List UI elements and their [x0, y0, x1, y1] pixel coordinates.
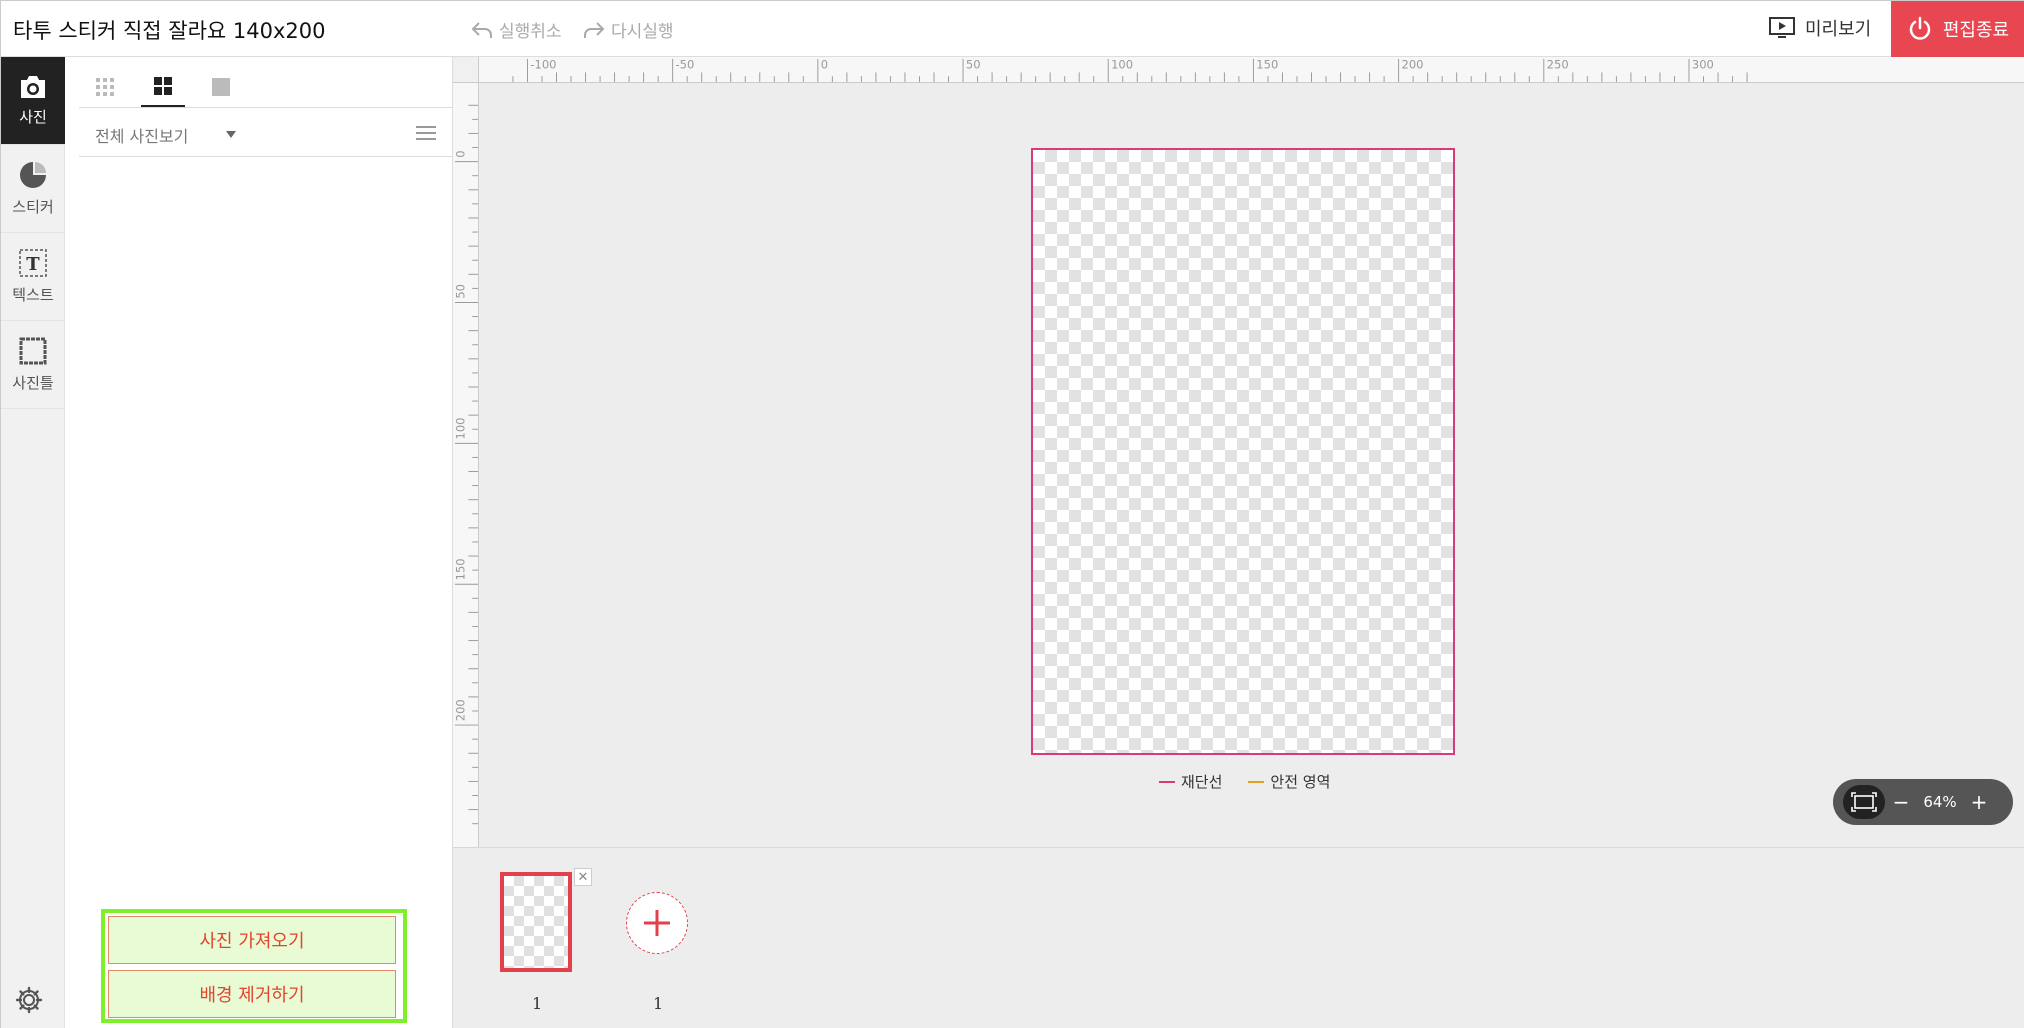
svg-text:T: T [26, 254, 40, 275]
zoom-control: − 64% + [1833, 779, 2013, 825]
rail-item-frame[interactable]: 사진틀 [1, 321, 65, 409]
ruler-label: -50 [676, 58, 695, 72]
settings-button[interactable] [14, 985, 44, 1019]
editor-workspace[interactable]: -150-100-50050100150200250300 0501001502… [453, 57, 2024, 847]
zoom-level: 64% [1923, 793, 1957, 811]
design-canvas[interactable] [1031, 148, 1455, 755]
preview-button[interactable]: 미리보기 [1769, 15, 1871, 41]
camera-icon [21, 76, 45, 98]
text-icon: T [19, 249, 47, 277]
page-thumb-number: 1 [532, 994, 543, 1013]
view-size-tabs [83, 67, 243, 107]
import-photo-button[interactable]: 사진 가져오기 [108, 916, 396, 964]
vertical-ruler: 0 50 100 150 200 [453, 57, 479, 847]
rail-item-text[interactable]: T 텍스트 [1, 233, 65, 321]
ruler-label: 200 [454, 699, 468, 721]
rail-item-photo[interactable]: 사진 [1, 57, 65, 145]
legend-safe-area: 안전 영역 [1248, 771, 1330, 792]
safe-area-label: 안전 영역 [1270, 773, 1331, 791]
photo-panel: 전체 사진보기 사진 가져오기 배경 제거하기 [65, 57, 453, 1028]
photo-actions: 사진 가져오기 배경 제거하기 [101, 909, 407, 1023]
ruler-label: 50 [454, 284, 468, 299]
fit-screen-button[interactable] [1843, 785, 1885, 819]
add-page-count: 1 [653, 994, 664, 1013]
ruler-label: 100 [454, 418, 468, 440]
fit-screen-icon [1851, 792, 1877, 812]
large-grid-icon [212, 78, 230, 96]
remove-background-button[interactable]: 배경 제거하기 [108, 970, 396, 1018]
photo-filter-select[interactable]: 전체 사진보기 [95, 123, 188, 147]
ruler-label: 300 [1692, 58, 1714, 72]
ruler-label: 150 [454, 558, 468, 580]
redo-icon [584, 21, 605, 38]
list-menu-icon[interactable] [416, 125, 436, 141]
page-thumbnail[interactable] [500, 872, 572, 972]
rail-item-sticker[interactable]: 스티커 [1, 145, 65, 233]
ruler-label: 0 [821, 58, 828, 72]
ruler-label: 50 [966, 58, 981, 72]
editor-app: 타투 스티커 직접 잘라요 140x200 실행취소 다시실행 미리보기 편집종… [0, 0, 2024, 1028]
ruler-label: 200 [1402, 58, 1424, 72]
ruler-corner [453, 57, 479, 83]
ruler-label: 150 [1256, 58, 1278, 72]
ruler-label: 100 [1111, 58, 1133, 72]
ruler-label: -100 [530, 58, 556, 72]
page-strip: ✕ 1 1 [453, 847, 2024, 1028]
horizontal-ruler: -150-100-50050100150200250300 [453, 57, 2024, 83]
small-grid-icon [96, 78, 114, 96]
rail-label-frame: 사진틀 [12, 374, 54, 392]
gear-icon [15, 986, 43, 1014]
canvas-legend: 재단선 안전 영역 [1159, 771, 1330, 792]
plus-icon [644, 910, 670, 936]
cut-line-swatch [1159, 780, 1175, 783]
chevron-down-icon[interactable] [225, 129, 237, 139]
frame-icon [19, 337, 47, 365]
top-bar: 타투 스티커 직접 잘라요 140x200 실행취소 다시실행 미리보기 편집종… [1, 1, 2024, 57]
close-icon[interactable]: ✕ [574, 868, 592, 886]
undo-icon [471, 21, 492, 38]
redo-label: 다시실행 [611, 22, 674, 42]
document-title: 타투 스티커 직접 잘라요 140x200 [13, 19, 326, 43]
tool-rail: 사진 스티커 T 텍스트 사진틀 [1, 57, 65, 1028]
redo-button[interactable]: 다시실행 [583, 17, 674, 42]
undo-button[interactable]: 실행취소 [471, 17, 562, 42]
undo-label: 실행취소 [499, 22, 562, 42]
ruler-label: 250 [1547, 58, 1569, 72]
finish-label: 편집종료 [1942, 20, 2010, 41]
cut-line-label: 재단선 [1181, 773, 1223, 791]
ruler-label: 0 [454, 150, 468, 157]
tab-small-grid[interactable] [83, 67, 127, 107]
medium-grid-icon [154, 77, 172, 95]
legend-cut-line: 재단선 [1159, 771, 1222, 792]
power-icon [1909, 16, 1931, 40]
zoom-out-button[interactable]: − [1885, 790, 1917, 814]
photo-filter-row: 전체 사진보기 [79, 109, 452, 157]
tabs-divider [79, 107, 452, 108]
finish-edit-button[interactable]: 편집종료 [1891, 1, 2024, 57]
rail-label-text: 텍스트 [12, 286, 54, 304]
tab-medium-grid[interactable] [141, 67, 185, 107]
tab-large-grid[interactable] [199, 67, 243, 107]
rail-label-photo: 사진 [19, 108, 47, 126]
preview-label: 미리보기 [1805, 19, 1872, 40]
monitor-play-icon [1769, 17, 1795, 38]
rail-label-sticker: 스티커 [12, 198, 54, 216]
safe-area-swatch [1248, 780, 1265, 783]
add-page-button[interactable] [626, 892, 688, 954]
sticker-icon [20, 162, 46, 188]
zoom-in-button[interactable]: + [1963, 790, 1995, 814]
